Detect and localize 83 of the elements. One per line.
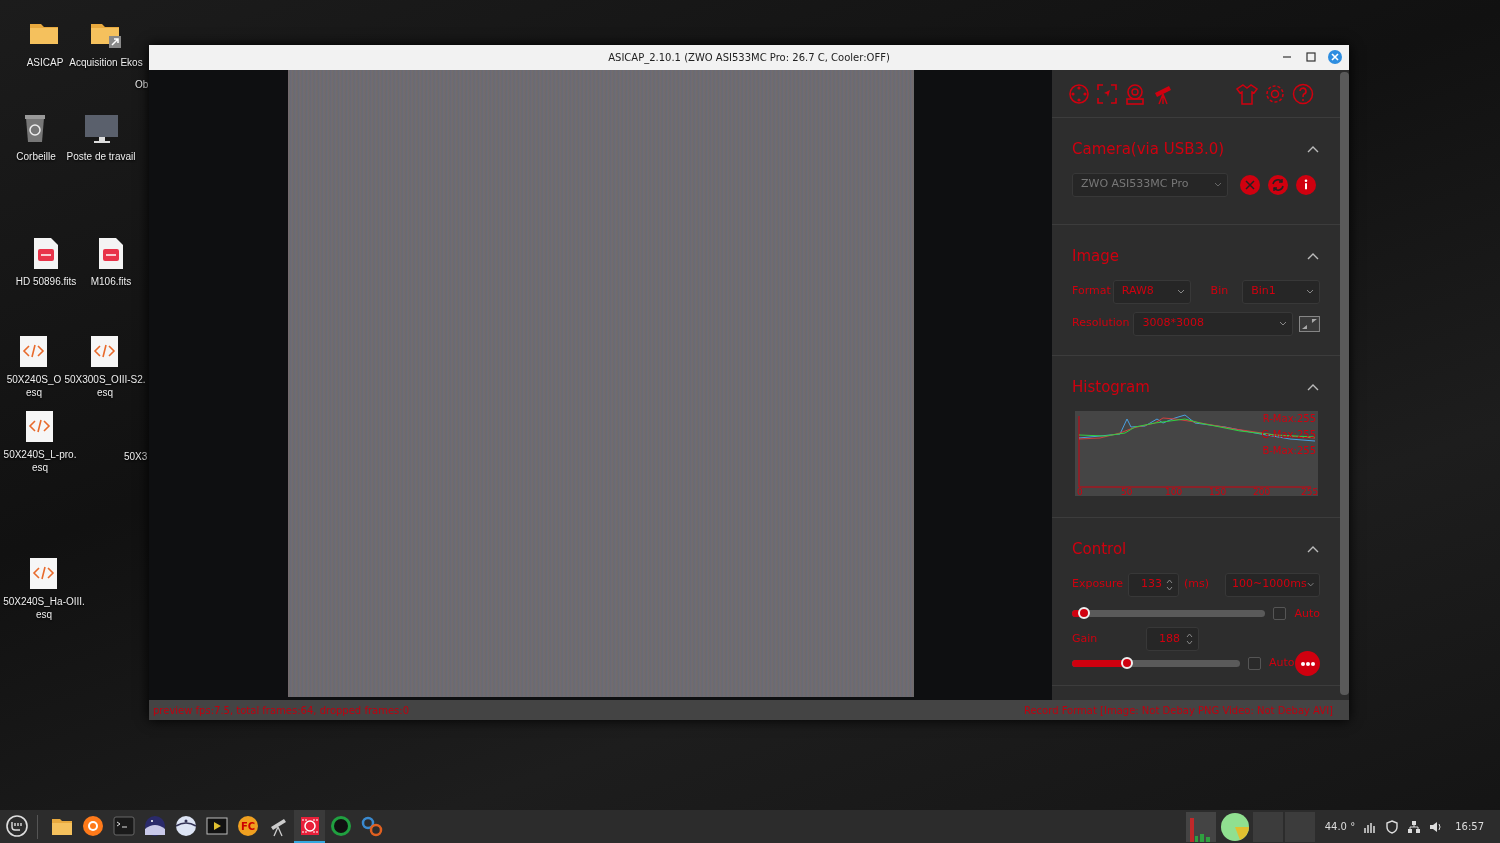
chevron-up-icon[interactable]	[1306, 251, 1320, 262]
icon-label[interactable]: Poste de travail	[66, 150, 136, 163]
temperature-text: 44.0 °	[1324, 820, 1356, 834]
checkbox-label: Auto	[1269, 655, 1295, 672]
caret-icon	[1306, 582, 1314, 587]
field-label: Bin	[1210, 283, 1229, 300]
globe-icon[interactable]	[174, 814, 197, 837]
caret-icon	[1214, 182, 1222, 187]
icon-label[interactable]: 50X3	[124, 450, 148, 463]
browser-icon[interactable]	[81, 814, 104, 837]
more-button[interactable]	[1295, 651, 1320, 676]
slider-handle[interactable]	[1121, 657, 1134, 669]
field-label: Exposure	[1072, 576, 1123, 593]
spin-arrows-icon	[1165, 577, 1173, 592]
axis-tick-label: 0	[1076, 486, 1083, 496]
window-title: ASICAP_2.10.1 (ZWO ASI533MC Pro: 26.7 C, Cooler:OFF)	[608, 51, 890, 65]
section-title: Image	[1072, 246, 1119, 267]
network-icon[interactable]	[1407, 819, 1422, 834]
close-button[interactable]	[1327, 49, 1343, 65]
status-text: preview fps:7.5, total frames:64, dropped frames:0	[153, 703, 409, 718]
caret-icon	[1176, 289, 1185, 294]
gears-icon[interactable]	[360, 814, 383, 837]
channel-max-label: R-Max:255	[1262, 412, 1316, 424]
spin-arrows-icon	[1186, 632, 1193, 646]
icon-label[interactable]: Corbeille	[16, 150, 56, 163]
webcam-icon[interactable]	[1124, 82, 1146, 105]
info-button[interactable]	[1296, 174, 1316, 195]
scrollbar[interactable]	[1340, 70, 1349, 700]
icon-label[interactable]: ASICAP	[26, 56, 64, 69]
maximize-button[interactable]	[1303, 49, 1319, 65]
axis-tick-label: 50	[1120, 486, 1132, 496]
axis-tick-label: 255	[1300, 486, 1318, 496]
caret-icon	[1279, 321, 1288, 326]
field-label: Gain	[1072, 630, 1099, 647]
pie-chart-icon	[1219, 811, 1250, 842]
icon-label[interactable]: 50X240S_L-pro. esq	[3, 448, 77, 474]
axis-tick-label: 100	[1164, 486, 1182, 496]
planetarium-icon[interactable]	[143, 814, 166, 837]
field-label: Format	[1072, 283, 1111, 300]
chevron-up-icon[interactable]	[1306, 544, 1320, 555]
menu-logo-icon[interactable]	[5, 814, 28, 837]
clock-text[interactable]: 16:57	[1455, 819, 1484, 834]
caret-icon	[1306, 289, 1314, 294]
unit-label: (ms)	[1183, 576, 1209, 593]
slider-handle[interactable]	[1077, 607, 1090, 620]
cpu-graph-icon	[1185, 811, 1216, 842]
icon-label[interactable]: Acquisition Ekos	[69, 56, 143, 69]
icon-label[interactable]: 50X240S_Ha-OIII. esq	[3, 595, 85, 621]
icon-label[interactable]: M106.fits	[90, 275, 132, 288]
icon-label[interactable]: 50X240S_O esq	[6, 373, 62, 399]
ellipsis-icon	[1300, 661, 1315, 666]
video-icon[interactable]	[205, 814, 228, 837]
volume-icon[interactable]	[1429, 819, 1444, 834]
fullscreen-icon[interactable]	[1299, 315, 1320, 332]
info-icon	[1304, 179, 1308, 190]
help-icon[interactable]	[1292, 82, 1314, 105]
icon-label[interactable]: HD 50896.fits	[15, 275, 77, 288]
icon-label[interactable]: 50X300S_OIII-S2. esq	[64, 373, 146, 399]
taskbar-app-button[interactable]	[294, 810, 325, 843]
channel-max-label: B-Max:255	[1261, 444, 1316, 456]
axis-tick-label: 150	[1208, 486, 1226, 496]
terminal-icon[interactable]	[112, 814, 135, 837]
section-title: Control	[1072, 539, 1127, 560]
shield-icon[interactable]	[1385, 819, 1400, 834]
guider-icon[interactable]	[329, 814, 352, 837]
field-label: Resolution	[1072, 315, 1130, 332]
monitor-icon[interactable]	[84, 112, 118, 146]
refresh-button[interactable]	[1268, 174, 1288, 195]
section-title: Camera(via USB3.0)	[1072, 139, 1225, 160]
axis-tick-label: 200	[1252, 486, 1270, 496]
chevron-up-icon[interactable]	[1306, 382, 1320, 393]
status-text: Record Format [Image: Not Debay PNG Video: Not Debay AVI]	[1023, 703, 1333, 718]
settings-icon[interactable]	[1264, 82, 1286, 105]
auto-checkbox[interactable]	[1248, 657, 1261, 670]
chevron-up-icon[interactable]	[1306, 144, 1320, 155]
capture-app-icon[interactable]	[298, 814, 321, 837]
shirt-icon[interactable]	[1236, 82, 1258, 105]
auto-checkbox[interactable]	[1273, 607, 1287, 621]
icon-label[interactable]: Ob	[135, 78, 149, 91]
disconnect-button[interactable]	[1240, 174, 1260, 195]
checkbox-label: Auto	[1294, 605, 1320, 622]
section-title: Histogram	[1072, 377, 1150, 398]
target-icon[interactable]	[1068, 82, 1090, 105]
